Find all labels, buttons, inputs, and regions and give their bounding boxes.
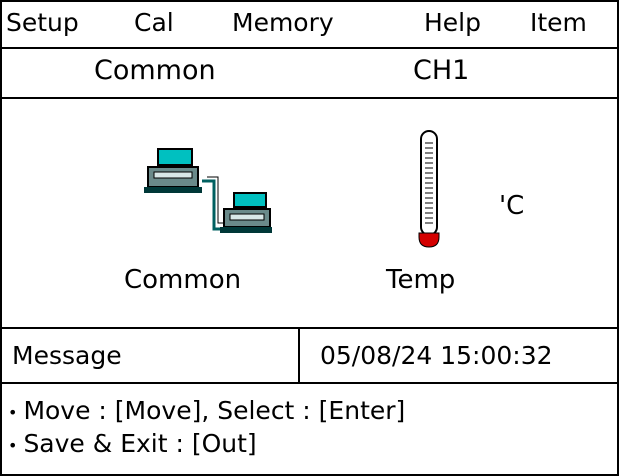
network-computers-icon[interactable]: [142, 147, 272, 243]
bullet-icon: •: [8, 435, 18, 455]
menu-help[interactable]: Help: [424, 8, 481, 37]
help-line-save: • Save & Exit : [Out]: [8, 429, 257, 458]
message-label: Message: [12, 341, 122, 370]
menu-item[interactable]: Item: [530, 8, 587, 37]
bullet-icon: •: [8, 402, 18, 422]
help-move-text: Move : [Move], Select : [Enter]: [23, 396, 406, 425]
menu-bar: Setup Cal Memory Help Item: [2, 2, 617, 49]
device-screen: Setup Cal Memory Help Item Common CH1 'C…: [0, 0, 619, 476]
help-line-move: • Move : [Move], Select : [Enter]: [8, 396, 405, 425]
thermometer-icon[interactable]: [415, 129, 445, 255]
main-panel: 'C Common Temp: [2, 99, 617, 329]
common-label: Common: [124, 265, 242, 295]
datetime-display: 05/08/24 15:00:32: [320, 341, 553, 370]
title-bar: Common CH1: [2, 49, 617, 99]
help-panel: • Move : [Move], Select : [Enter] • Save &…: [2, 384, 617, 474]
menu-memory[interactable]: Memory: [232, 8, 334, 37]
help-save-text: Save & Exit : [Out]: [23, 429, 257, 458]
mode-title: Common: [94, 55, 216, 86]
status-divider: [298, 329, 300, 382]
status-bar: Message 05/08/24 15:00:32: [2, 329, 617, 384]
menu-cal[interactable]: Cal: [134, 8, 174, 37]
temperature-unit: 'C: [499, 191, 525, 221]
channel-title: CH1: [413, 55, 470, 86]
menu-setup[interactable]: Setup: [6, 8, 79, 37]
temp-label: Temp: [386, 265, 456, 295]
